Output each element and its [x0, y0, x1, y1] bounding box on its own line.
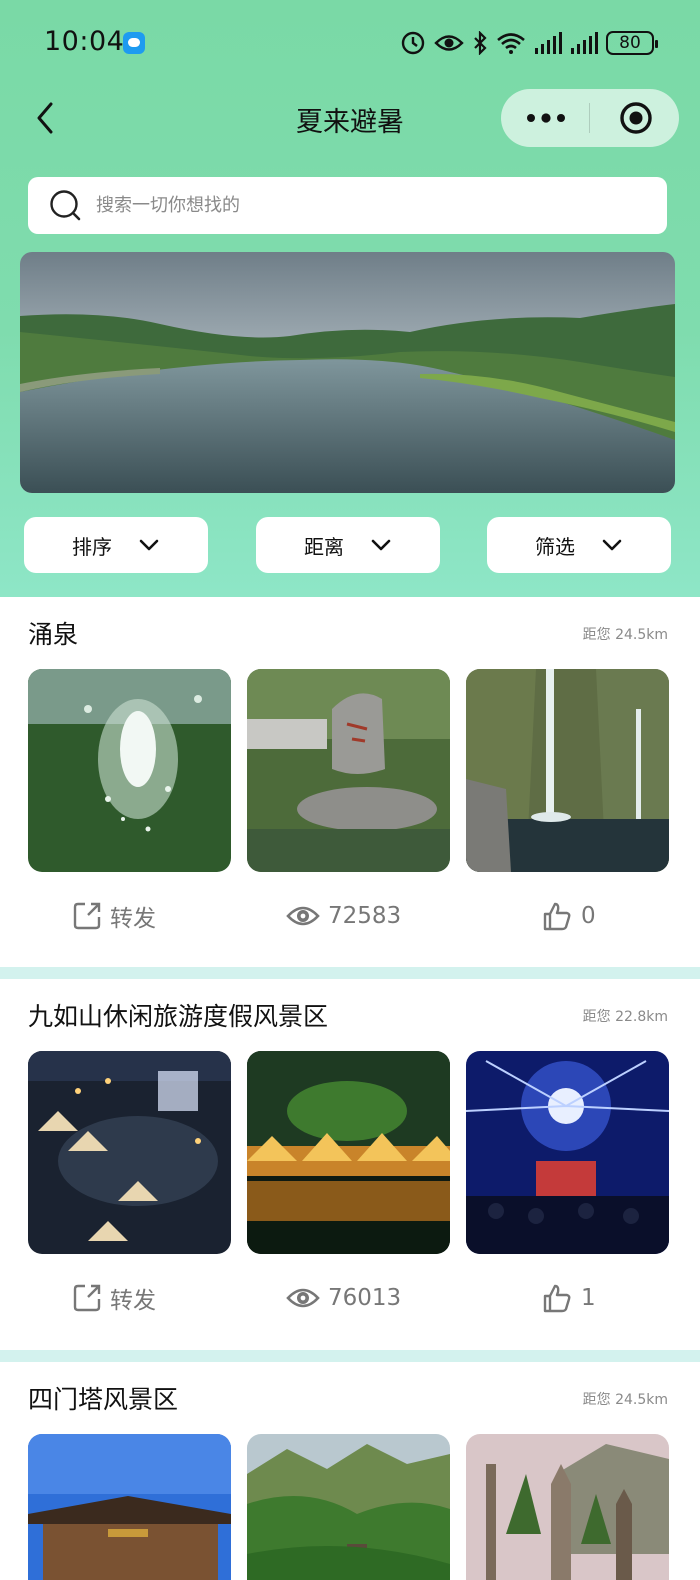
eye-icon [286, 906, 320, 926]
wifi-icon [497, 33, 525, 54]
screen-filter-button[interactable]: 筛选 [487, 517, 671, 573]
alarm-icon [401, 31, 425, 55]
signal-icon-1 [535, 32, 562, 54]
search-icon [50, 190, 81, 221]
scenic-photo[interactable] [28, 669, 231, 872]
section-divider [0, 1350, 700, 1362]
chevron-down-icon [371, 539, 391, 551]
like-count: 0 [581, 903, 596, 929]
temple-hall-image [28, 1434, 231, 1580]
target-icon[interactable] [619, 101, 653, 135]
share-icon [73, 902, 101, 930]
spring-bubbles-image [28, 669, 231, 872]
view-count: 72583 [286, 899, 401, 933]
scenic-card[interactable]: 四门塔风景区 距您 24.5km [0, 1362, 700, 1580]
sort-filter-label: 排序 [72, 534, 112, 559]
status-time: 10:04 [44, 26, 125, 57]
scenic-title: 四门塔风景区 [28, 1385, 179, 1414]
scenic-photo[interactable] [466, 669, 669, 872]
view-count-value: 72583 [328, 903, 402, 929]
spring-rock-image [247, 669, 450, 872]
scenic-photo[interactable] [466, 1434, 669, 1580]
concert-stage-image [466, 1051, 669, 1254]
bluetooth-icon [474, 31, 487, 55]
view-count: 76013 [286, 1281, 401, 1315]
share-button[interactable]: 转发 [72, 1281, 156, 1315]
view-count-value: 76013 [328, 1285, 402, 1311]
eye-status-icon [434, 35, 464, 51]
chevron-down-icon [139, 539, 159, 551]
scenic-title: 涌泉 [28, 620, 79, 649]
sort-filter-button[interactable]: 排序 [24, 517, 208, 573]
battery-indicator: 80 [606, 31, 658, 55]
scenic-photo[interactable] [28, 1434, 231, 1580]
search-bar[interactable] [28, 177, 667, 234]
share-label: 转发 [110, 906, 156, 932]
mini-program-capsule [501, 89, 679, 147]
scenic-photo[interactable] [28, 1051, 231, 1254]
scenic-photo[interactable] [247, 669, 450, 872]
scenic-card[interactable]: 涌泉 距您 24.5km 转发 72583 0 [0, 597, 700, 967]
section-divider [0, 967, 700, 979]
capsule-divider [589, 103, 590, 133]
distance-filter-button[interactable]: 距离 [256, 517, 440, 573]
share-icon [73, 1284, 101, 1312]
distance-filter-label: 距离 [304, 534, 344, 559]
scenic-distance: 距您 24.5km [582, 627, 668, 643]
night-festival-image [28, 1051, 231, 1254]
more-icon[interactable] [525, 109, 567, 127]
message-notification-icon [123, 32, 145, 54]
like-count: 1 [581, 1285, 596, 1311]
scenic-photo[interactable] [466, 1051, 669, 1254]
share-button[interactable]: 转发 [72, 899, 156, 933]
scenic-card[interactable]: 九如山休闲旅游度假风景区 距您 22.8km 转发 76013 1 [0, 979, 700, 1350]
battery-level: 80 [619, 33, 641, 53]
waterfall-image [466, 669, 669, 872]
scenic-distance: 距您 24.5km [582, 1392, 668, 1408]
mountain-valley-image [247, 1434, 450, 1580]
signal-icon-2 [571, 32, 598, 54]
eye-icon [286, 1288, 320, 1308]
screen-filter-label: 筛选 [535, 534, 575, 559]
scenic-photo[interactable] [247, 1051, 450, 1254]
like-button[interactable]: 1 [541, 1281, 596, 1315]
scenic-title: 九如山休闲旅游度假风景区 [28, 1002, 329, 1031]
lake-landscape-image [20, 252, 675, 493]
pagoda-forest-image [466, 1434, 669, 1580]
like-button[interactable]: 0 [541, 899, 596, 933]
search-input[interactable] [96, 177, 636, 234]
share-label: 转发 [110, 1288, 156, 1314]
thumb-up-icon [543, 902, 571, 931]
system-icons: 80 [400, 28, 658, 58]
scenic-photo[interactable] [247, 1434, 450, 1580]
banner-image[interactable] [20, 252, 675, 493]
chevron-down-icon [602, 539, 622, 551]
scenic-distance: 距您 22.8km [582, 1009, 668, 1025]
night-lake-pavilion-image [247, 1051, 450, 1254]
status-bar: 10:04 80 [0, 0, 700, 86]
thumb-up-icon [543, 1284, 571, 1313]
